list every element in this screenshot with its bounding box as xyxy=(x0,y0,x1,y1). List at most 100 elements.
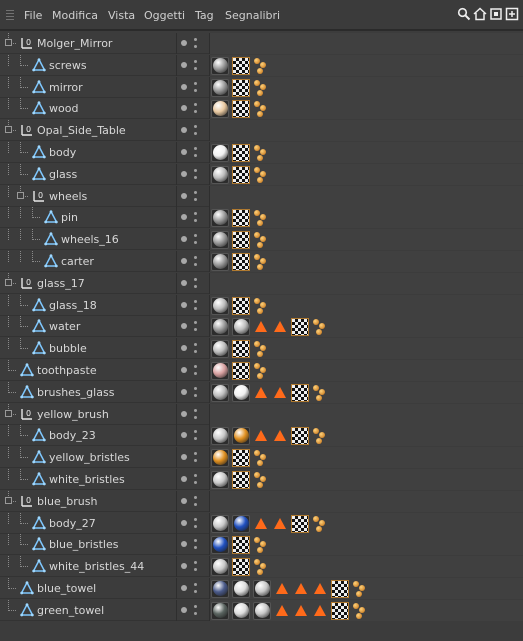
material-tag-icon[interactable] xyxy=(211,383,229,402)
texture-tag-icon[interactable] xyxy=(232,230,250,249)
material-tag-icon[interactable] xyxy=(211,601,229,620)
object-row-pin[interactable]: pin xyxy=(0,207,523,228)
material-tag-icon[interactable] xyxy=(211,296,229,315)
editor-visibility-icon[interactable] xyxy=(194,38,197,41)
visibility-dot-icon[interactable] xyxy=(181,214,187,220)
editor-visibility-icon[interactable] xyxy=(194,561,197,564)
visibility-dot-icon[interactable] xyxy=(181,171,187,177)
material-tag-icon[interactable] xyxy=(211,557,229,576)
visibility-dot-icon[interactable] xyxy=(181,236,187,242)
selection-tag-icon[interactable] xyxy=(314,583,326,594)
render-visibility-icon[interactable] xyxy=(194,372,197,375)
editor-visibility-icon[interactable] xyxy=(194,321,197,324)
selection-tag-icon[interactable] xyxy=(255,430,267,441)
phong-tag-icon[interactable] xyxy=(253,100,269,118)
render-visibility-icon[interactable] xyxy=(194,176,197,179)
material-tag-icon[interactable] xyxy=(232,579,250,598)
object-row-blue_brush[interactable]: 0 blue_brush xyxy=(0,491,523,512)
texture-tag-icon[interactable] xyxy=(232,557,250,576)
object-name-cell[interactable]: body xyxy=(0,142,176,163)
visibility-dot-icon[interactable] xyxy=(181,411,187,417)
render-visibility-icon[interactable] xyxy=(194,132,197,135)
render-visibility-icon[interactable] xyxy=(194,503,197,506)
texture-tag-icon[interactable] xyxy=(232,535,250,554)
object-row-body_27[interactable]: body_27 xyxy=(0,513,523,534)
object-name-cell[interactable]: carter xyxy=(0,251,176,272)
object-row-water[interactable]: water xyxy=(0,316,523,337)
object-name-cell[interactable]: bubble xyxy=(0,338,176,359)
object-name-cell[interactable]: brushes_glass xyxy=(0,382,176,403)
visibility-dot-icon[interactable] xyxy=(181,193,187,199)
object-name-cell[interactable]: yellow_bristles xyxy=(0,447,176,468)
visibility-dot-icon[interactable] xyxy=(181,389,187,395)
render-visibility-icon[interactable] xyxy=(194,219,197,222)
phong-tag-icon[interactable] xyxy=(253,57,269,75)
texture-tag-icon[interactable] xyxy=(232,99,250,118)
object-row-yellow_bristles[interactable]: yellow_bristles xyxy=(0,447,523,468)
menu-tag[interactable]: Tag xyxy=(195,9,214,22)
selection-tag-icon[interactable] xyxy=(255,387,267,398)
texture-tag-icon[interactable] xyxy=(232,448,250,467)
visibility-dot-icon[interactable] xyxy=(181,302,187,308)
object-name-cell[interactable]: mirror xyxy=(0,77,176,98)
collapse-toggle-icon[interactable] xyxy=(5,279,12,286)
collapse-toggle-icon[interactable] xyxy=(5,126,12,133)
editor-visibility-icon[interactable] xyxy=(194,125,197,128)
texture-tag-icon[interactable] xyxy=(291,426,309,445)
object-row-carter[interactable]: carter xyxy=(0,251,523,272)
object-row-yellow_brush[interactable]: 0 yellow_brush xyxy=(0,404,523,425)
object-row-wheels_16[interactable]: wheels_16 xyxy=(0,229,523,250)
visibility-dot-icon[interactable] xyxy=(181,258,187,264)
texture-tag-icon[interactable] xyxy=(232,252,250,271)
visibility-dot-icon[interactable] xyxy=(181,498,187,504)
visibility-dot-icon[interactable] xyxy=(181,149,187,155)
render-visibility-icon[interactable] xyxy=(194,89,197,92)
phong-tag-icon[interactable] xyxy=(253,297,269,315)
material-tag-icon[interactable] xyxy=(211,165,229,184)
material-tag-icon[interactable] xyxy=(211,208,229,227)
material-tag-icon[interactable] xyxy=(211,339,229,358)
editor-visibility-icon[interactable] xyxy=(194,430,197,433)
menu-modifica[interactable]: Modifica xyxy=(52,9,98,22)
render-visibility-icon[interactable] xyxy=(194,394,197,397)
material-tag-icon[interactable] xyxy=(211,99,229,118)
texture-tag-icon[interactable] xyxy=(232,296,250,315)
render-visibility-icon[interactable] xyxy=(194,437,197,440)
selection-tag-icon[interactable] xyxy=(276,605,288,616)
object-name-cell[interactable]: white_bristles xyxy=(0,469,176,490)
selection-tag-icon[interactable] xyxy=(274,518,286,529)
editor-visibility-icon[interactable] xyxy=(194,234,197,237)
object-row-glass_17[interactable]: 0 glass_17 xyxy=(0,273,523,294)
editor-visibility-icon[interactable] xyxy=(194,60,197,63)
phong-tag-icon[interactable] xyxy=(253,449,269,467)
texture-tag-icon[interactable] xyxy=(232,165,250,184)
material-tag-icon[interactable] xyxy=(232,383,250,402)
object-row-blue_towel[interactable]: blue_towel xyxy=(0,578,523,599)
new-window-icon[interactable] xyxy=(505,7,519,21)
object-row-toothpaste[interactable]: toothpaste xyxy=(0,360,523,381)
selection-tag-icon[interactable] xyxy=(255,321,267,332)
object-row-body_23[interactable]: body_23 xyxy=(0,425,523,446)
phong-tag-icon[interactable] xyxy=(312,318,328,336)
object-name-cell[interactable]: blue_bristles xyxy=(0,534,176,555)
render-visibility-icon[interactable] xyxy=(194,198,197,201)
visibility-dot-icon[interactable] xyxy=(181,345,187,351)
material-tag-icon[interactable] xyxy=(211,448,229,467)
menu-file[interactable]: File xyxy=(24,9,42,22)
collapse-toggle-icon[interactable] xyxy=(17,192,24,199)
render-visibility-icon[interactable] xyxy=(194,350,197,353)
frame-icon[interactable] xyxy=(489,7,503,21)
editor-visibility-icon[interactable] xyxy=(194,409,197,412)
editor-visibility-icon[interactable] xyxy=(194,103,197,106)
object-row-wood[interactable]: wood xyxy=(0,98,523,119)
texture-tag-icon[interactable] xyxy=(232,56,250,75)
visibility-dot-icon[interactable] xyxy=(181,84,187,90)
editor-visibility-icon[interactable] xyxy=(194,300,197,303)
material-tag-icon[interactable] xyxy=(211,361,229,380)
phong-tag-icon[interactable] xyxy=(312,515,328,533)
visibility-dot-icon[interactable] xyxy=(181,432,187,438)
selection-tag-icon[interactable] xyxy=(274,387,286,398)
object-row-white_bristles[interactable]: white_bristles xyxy=(0,469,523,490)
texture-tag-icon[interactable] xyxy=(232,470,250,489)
visibility-dot-icon[interactable] xyxy=(181,367,187,373)
